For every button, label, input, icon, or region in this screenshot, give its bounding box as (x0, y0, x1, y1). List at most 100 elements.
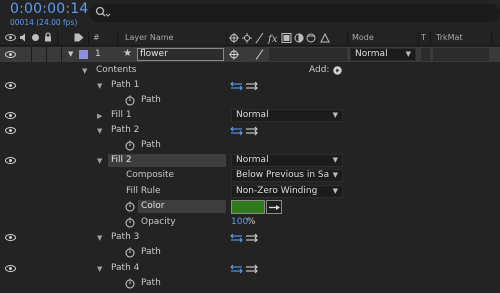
audio-icon[interactable] (19, 33, 28, 42)
fill1-blend-mode-dropdown[interactable]: Normal ▼ (231, 109, 343, 122)
path-direction-icon[interactable] (230, 233, 260, 243)
layer-switches-icons: fx (229, 32, 330, 44)
audio-toggle[interactable] (17, 47, 32, 62)
opacity-unit: % (247, 217, 256, 227)
fill1-label: Fill 1 (111, 110, 132, 120)
collapse-triangle-icon[interactable]: ▶ (97, 112, 105, 120)
search-icon[interactable] (95, 6, 111, 20)
add-label: Add: (309, 65, 330, 75)
visibility-eye-icon[interactable] (5, 111, 16, 120)
path-direction-icon[interactable] (230, 81, 260, 91)
expand-triangle-icon[interactable]: ▼ (97, 82, 105, 90)
column-layer-name-header[interactable]: Layer Name (125, 33, 173, 42)
path3-row[interactable]: ▼ Path 3 (0, 230, 500, 245)
visibility-eye-icon[interactable] (5, 233, 16, 242)
visibility-eye-icon[interactable] (5, 156, 16, 165)
add-menu-icon[interactable] (333, 66, 342, 75)
visibility-eye-icon[interactable] (5, 264, 16, 273)
path-property-label: Path (141, 140, 161, 150)
opacity-label: Opacity (141, 217, 176, 227)
column-header-bar: # Layer Name fx Mode T TrkMat (0, 30, 500, 46)
layer-name-field[interactable]: flower (137, 48, 224, 61)
composite-dropdown[interactable]: Below Previous in Sa ▼ (231, 169, 343, 182)
path-property-label: Path (141, 247, 161, 257)
search-input[interactable] (89, 4, 500, 22)
color-row[interactable]: Color (0, 199, 500, 214)
path-direction-icon[interactable] (230, 264, 260, 274)
stopwatch-icon[interactable] (125, 247, 135, 258)
lock-toggle[interactable] (47, 47, 62, 62)
composite-label: Composite (126, 170, 175, 180)
stopwatch-icon[interactable] (125, 140, 135, 151)
composite-row[interactable]: Composite Below Previous in Sa ▼ (0, 168, 500, 183)
chevron-down-icon: ▼ (332, 187, 338, 195)
contents-label: Contents (96, 65, 137, 75)
column-trkmat-header[interactable]: TrkMat (436, 33, 463, 42)
visibility-eye-icon[interactable] (5, 81, 16, 90)
path2-path-row[interactable]: Path (0, 138, 500, 153)
svg-text:fx: fx (267, 34, 278, 44)
stopwatch-icon[interactable] (125, 95, 135, 106)
eyedropper-button[interactable] (266, 200, 282, 214)
opacity-value[interactable]: 100 (231, 217, 248, 227)
opacity-row[interactable]: Opacity 100 % (0, 215, 500, 230)
visibility-eye-icon[interactable] (5, 126, 16, 135)
path-property-label: Path (141, 278, 161, 288)
fill-color-swatch[interactable] (231, 200, 265, 214)
layer-label-color-swatch[interactable] (79, 50, 88, 59)
expand-triangle-icon[interactable]: ▼ (97, 265, 105, 273)
solo-icon[interactable] (31, 33, 40, 42)
fill2-row[interactable]: ▼ Fill 2 Normal ▼ (0, 153, 500, 168)
chevron-down-icon: ▼ (330, 170, 338, 181)
layer-visibility-eye-icon[interactable] (5, 50, 16, 59)
expand-triangle-icon[interactable]: ▼ (82, 67, 90, 75)
path3-label: Path 3 (111, 232, 140, 242)
layer-number: 1 (95, 49, 101, 59)
preserve-transparency-toggle[interactable] (421, 48, 430, 61)
path4-label: Path 4 (111, 263, 140, 273)
solo-toggle[interactable] (32, 47, 47, 62)
path1-row[interactable]: ▼ Path 1 (0, 78, 500, 93)
layer-mode-dropdown[interactable]: Normal ▼ (350, 48, 416, 61)
chevron-down-icon: ▼ (405, 50, 411, 58)
stopwatch-icon[interactable] (125, 201, 135, 212)
expand-triangle-icon[interactable]: ▼ (97, 157, 105, 165)
column-mode-header[interactable]: Mode (352, 33, 374, 42)
layer-switch-icons[interactable] (229, 49, 269, 60)
shape-layer-star-icon: ★ (123, 48, 132, 59)
path-direction-icon[interactable] (230, 126, 260, 136)
path3-path-row[interactable]: Path (0, 245, 500, 260)
path1-path-row[interactable]: Path (0, 93, 500, 108)
path4-row[interactable]: ▼ Path 4 (0, 261, 500, 276)
chevron-down-icon: ▼ (332, 156, 338, 164)
color-label: Color (141, 201, 165, 211)
layer-expand-triangle-icon[interactable]: ▼ (68, 50, 76, 58)
path1-label: Path 1 (111, 80, 140, 90)
column-number-header: # (93, 33, 100, 42)
frame-count-display: 00014 (24.00 fps) (10, 18, 78, 27)
lock-icon[interactable] (44, 32, 52, 42)
current-time-display[interactable]: 0:00:00:14 (10, 1, 89, 17)
expand-triangle-icon[interactable]: ▼ (97, 127, 105, 135)
stopwatch-icon[interactable] (125, 278, 135, 289)
layer-row-flower[interactable]: ▼ 1 ★ flower Normal ▼ (0, 47, 500, 62)
video-visibility-icon[interactable] (5, 33, 16, 42)
eyedropper-icon (269, 205, 280, 210)
fill1-row[interactable]: ▶ Fill 1 Normal ▼ (0, 108, 500, 123)
fill2-blend-mode-dropdown[interactable]: Normal ▼ (231, 154, 343, 167)
path2-label: Path 2 (111, 125, 140, 135)
expand-triangle-icon[interactable]: ▼ (97, 234, 105, 242)
column-t-header[interactable]: T (421, 33, 426, 42)
path2-row[interactable]: ▼ Path 2 (0, 123, 500, 138)
stopwatch-icon[interactable] (125, 217, 135, 228)
path4-path-row[interactable]: Path (0, 276, 500, 291)
fill-rule-label: Fill Rule (126, 186, 161, 196)
label-tag-icon[interactable] (74, 33, 84, 42)
chevron-down-icon: ▼ (332, 111, 338, 119)
path-property-label: Path (141, 95, 161, 105)
trkmat-dropdown[interactable] (433, 48, 489, 61)
fill-rule-dropdown[interactable]: Non-Zero Winding ▼ (231, 185, 343, 198)
fill2-label: Fill 2 (111, 155, 132, 165)
contents-row[interactable]: ▼ Contents Add: (0, 63, 500, 78)
fill-rule-row[interactable]: Fill Rule Non-Zero Winding ▼ (0, 184, 500, 199)
